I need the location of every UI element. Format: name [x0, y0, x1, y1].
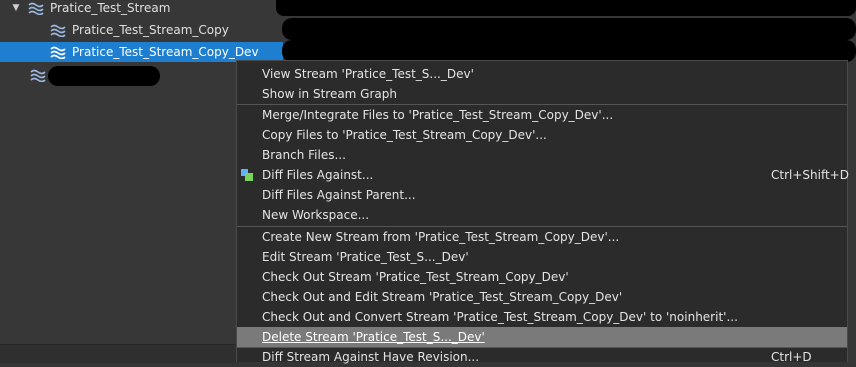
- menu-item-check-out-stream[interactable]: Check Out Stream 'Pratice_Test_Stream_Co…: [237, 267, 847, 287]
- menu-item-merge-integrate[interactable]: Merge/Integrate Files to 'Pratice_Test_S…: [237, 105, 847, 125]
- horizontal-scrollbar[interactable]: [0, 344, 236, 363]
- menu-item-label: Merge/Integrate Files to 'Pratice_Test_S…: [262, 108, 614, 122]
- expand-arrow-icon[interactable]: ▼: [10, 2, 22, 14]
- menu-item-check-out-and-edit-stream[interactable]: Check Out and Edit Stream 'Pratice_Test_…: [237, 287, 847, 307]
- stream-icon: [30, 69, 46, 82]
- menu-item-check-out-and-convert-stream[interactable]: Check Out and Convert Stream 'Pratice_Te…: [237, 307, 847, 327]
- menu-item-label: Copy Files to 'Pratice_Test_Stream_Copy_…: [262, 128, 547, 142]
- menu-item-edit-stream[interactable]: Edit Stream 'Pratice_Test_S..._Dev': [237, 247, 847, 267]
- menu-item-label: Check Out and Convert Stream 'Pratice_Te…: [262, 310, 738, 324]
- tree-item-pratice-test-stream[interactable]: ▼ Pratice_Test_Stream: [0, 0, 290, 18]
- menu-item-delete-stream[interactable]: Delete Stream 'Pratice_Test_S..._Dev': [237, 327, 847, 347]
- stream-icon: [28, 2, 44, 15]
- context-menu: View Stream 'Pratice_Test_S..._Dev' Show…: [236, 60, 849, 364]
- stream-icon: [50, 46, 66, 59]
- redacted-area: [282, 18, 856, 40]
- menu-item-label: Diff Files Against Parent...: [262, 188, 416, 202]
- redacted-area: [276, 0, 856, 16]
- diff-icon: [241, 169, 253, 181]
- tree-item-pratice-test-stream-copy[interactable]: Pratice_Test_Stream_Copy: [0, 20, 330, 40]
- menu-item-label: New Workspace...: [262, 208, 370, 222]
- menu-item-create-new-stream[interactable]: Create New Stream from 'Pratice_Test_Str…: [237, 227, 847, 247]
- redacted-area: [282, 40, 856, 62]
- menu-item-label: Branch Files...: [262, 148, 346, 162]
- menu-item-label: Create New Stream from 'Pratice_Test_Str…: [262, 230, 620, 244]
- redacted-area: [48, 66, 160, 86]
- menu-item-new-workspace[interactable]: New Workspace...: [237, 205, 847, 225]
- menu-item-diff-files-against[interactable]: Diff Files Against... Ctrl+Shift+D: [237, 165, 849, 185]
- menu-item-label: Delete Stream 'Pratice_Test_S..._Dev': [262, 330, 485, 344]
- menu-item-label: View Stream 'Pratice_Test_S..._Dev': [262, 67, 474, 81]
- menu-item-copy-files[interactable]: Copy Files to 'Pratice_Test_Stream_Copy_…: [237, 125, 847, 145]
- menu-item-diff-files-against-parent[interactable]: Diff Files Against Parent...: [237, 185, 847, 205]
- tree-item-label: Pratice_Test_Stream_Copy: [72, 23, 229, 37]
- tree-item-label: Pratice_Test_Stream: [50, 1, 171, 15]
- menu-item-branch-files[interactable]: Branch Files...: [237, 145, 847, 165]
- menu-item-view-stream[interactable]: View Stream 'Pratice_Test_S..._Dev': [237, 64, 847, 84]
- menu-item-label: Edit Stream 'Pratice_Test_S..._Dev': [262, 250, 469, 264]
- menu-item-diff-stream-against-have-revision[interactable]: Diff Stream Against Have Revision... Ctr…: [237, 347, 847, 367]
- menu-item-label: Diff Files Against...: [262, 168, 374, 182]
- menu-item-shortcut: Ctrl+Shift+D: [771, 168, 849, 182]
- menu-item-label: Check Out and Edit Stream 'Pratice_Test_…: [262, 290, 623, 304]
- stream-icon: [50, 24, 66, 37]
- menu-item-label: Check Out Stream 'Pratice_Test_Stream_Co…: [262, 270, 569, 284]
- menu-item-show-in-stream-graph[interactable]: Show in Stream Graph: [237, 84, 847, 104]
- menu-item-label: Show in Stream Graph: [262, 87, 397, 101]
- tree-item-pratice-test-stream-copy-dev[interactable]: Pratice_Test_Stream_Copy_Dev: [0, 42, 283, 62]
- tree-item-label: Pratice_Test_Stream_Copy_Dev: [72, 45, 259, 59]
